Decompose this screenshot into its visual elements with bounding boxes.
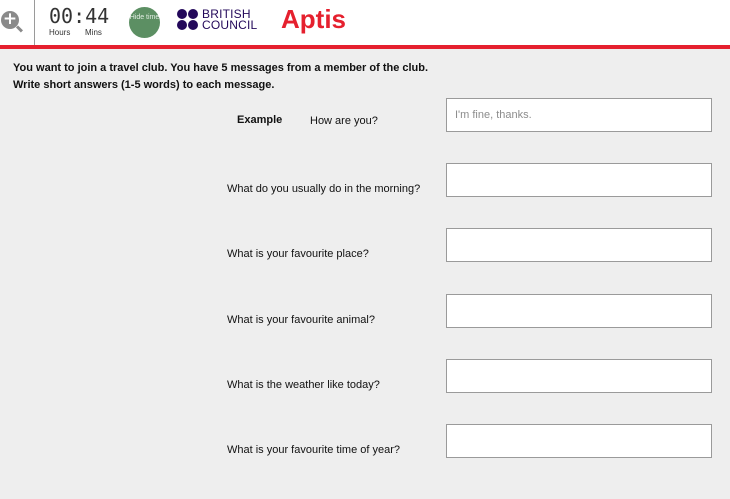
example-answer-field[interactable] <box>446 98 712 132</box>
top-bar: + 00:44 Hours Mins Hide time BRITISH COUN… <box>0 0 730 45</box>
british-council-dots-icon <box>177 9 199 31</box>
british-council-logo: BRITISH COUNCIL <box>177 8 259 32</box>
answer-field-2[interactable] <box>446 228 712 262</box>
question-2: What is your favourite place? <box>227 248 369 260</box>
answer-field-3[interactable] <box>446 294 712 328</box>
question-1: What do you usually do in the morning? <box>227 183 421 195</box>
answer-field-5[interactable] <box>446 424 712 458</box>
timer-mins-label: Mins <box>85 28 102 37</box>
zoom-in-icon[interactable]: + <box>0 10 24 34</box>
instruction-line-1: You want to join a travel club. You have… <box>13 62 429 74</box>
question-4: What is the weather like today? <box>227 379 380 391</box>
task-area: You want to join a travel club. You have… <box>0 49 730 499</box>
answer-field-4[interactable] <box>446 359 712 393</box>
header-divider <box>34 0 35 45</box>
instructions: You want to join a travel club. You have… <box>13 60 428 94</box>
example-label: Example <box>237 114 283 126</box>
brand-line-2: COUNCIL <box>202 18 258 32</box>
question-5: What is your favourite time of year? <box>227 444 401 456</box>
example-question: How are you? <box>310 115 378 127</box>
timer-value: 00:44 <box>49 4 110 28</box>
question-3: What is your favourite animal? <box>227 314 375 326</box>
timer: 00:44 Hours Mins <box>49 5 113 37</box>
aptis-logo: Aptis <box>281 4 346 34</box>
answer-field-1[interactable] <box>446 163 712 197</box>
timer-hours-label: Hours <box>49 28 71 37</box>
hide-time-button[interactable]: Hide time <box>129 7 160 38</box>
instruction-line-2: Write short answers (1-5 words) to each … <box>13 79 275 91</box>
